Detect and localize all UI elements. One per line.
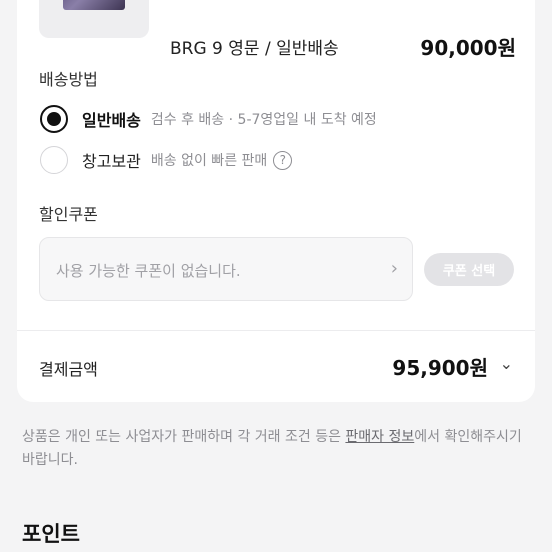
product-name: BRG 9 영문 / 일반배송 xyxy=(170,39,339,59)
shipping-option-title: 일반배송 xyxy=(82,111,141,130)
chevron-right-icon: › xyxy=(390,258,398,279)
radio-unselected-icon[interactable] xyxy=(40,146,68,174)
coupon-label: 할인쿠폰 xyxy=(39,205,98,224)
shipping-option-title: 창고보관 xyxy=(82,152,141,171)
seller-notice: 상품은 개인 또는 사업자가 판매하며 각 거래 조건 등은 판매자 정보에서 … xyxy=(22,426,534,472)
shipping-option-standard[interactable]: 일반배송 검수 후 배송 · 5-7영업일 내 도착 예정 xyxy=(40,105,377,133)
order-summary-card: BRG 9 영문 / 일반배송 90,000원 배송방법 일반배송 검수 후 배… xyxy=(17,0,535,402)
coupon-select-field[interactable]: 사용 가능한 쿠폰이 없습니다. › xyxy=(39,237,413,301)
shipping-option-desc: 배송 없이 빠른 판매 xyxy=(150,153,268,169)
product-price: 90,000원 xyxy=(420,36,516,60)
total-amount[interactable]: 95,900원 xyxy=(392,352,488,381)
divider xyxy=(17,330,535,331)
seller-info-link[interactable]: 판매자 정보 xyxy=(345,429,414,445)
radio-selected-icon[interactable] xyxy=(40,105,68,133)
coupon-placeholder: 사용 가능한 쿠폰이 없습니다. xyxy=(56,262,241,280)
chevron-down-icon[interactable]: ⌄ xyxy=(500,354,513,373)
shipping-option-desc: 검수 후 배송 · 5-7영업일 내 도착 예정 xyxy=(150,112,377,128)
help-icon[interactable]: ? xyxy=(273,150,293,170)
coupon-select-button[interactable]: 쿠폰 선택 xyxy=(424,253,514,286)
shipping-method-label: 배송방법 xyxy=(39,70,98,89)
product-card-image xyxy=(63,0,125,10)
shipping-option-storage[interactable]: 창고보관 배송 없이 빠른 판매 ? xyxy=(40,146,293,174)
notice-text: 상품은 개인 또는 사업자가 판매하며 각 거래 조건 등은 xyxy=(22,429,346,445)
total-label: 결제금액 xyxy=(39,360,98,379)
points-section-title: 포인트 xyxy=(22,522,80,546)
product-thumbnail xyxy=(39,0,149,38)
